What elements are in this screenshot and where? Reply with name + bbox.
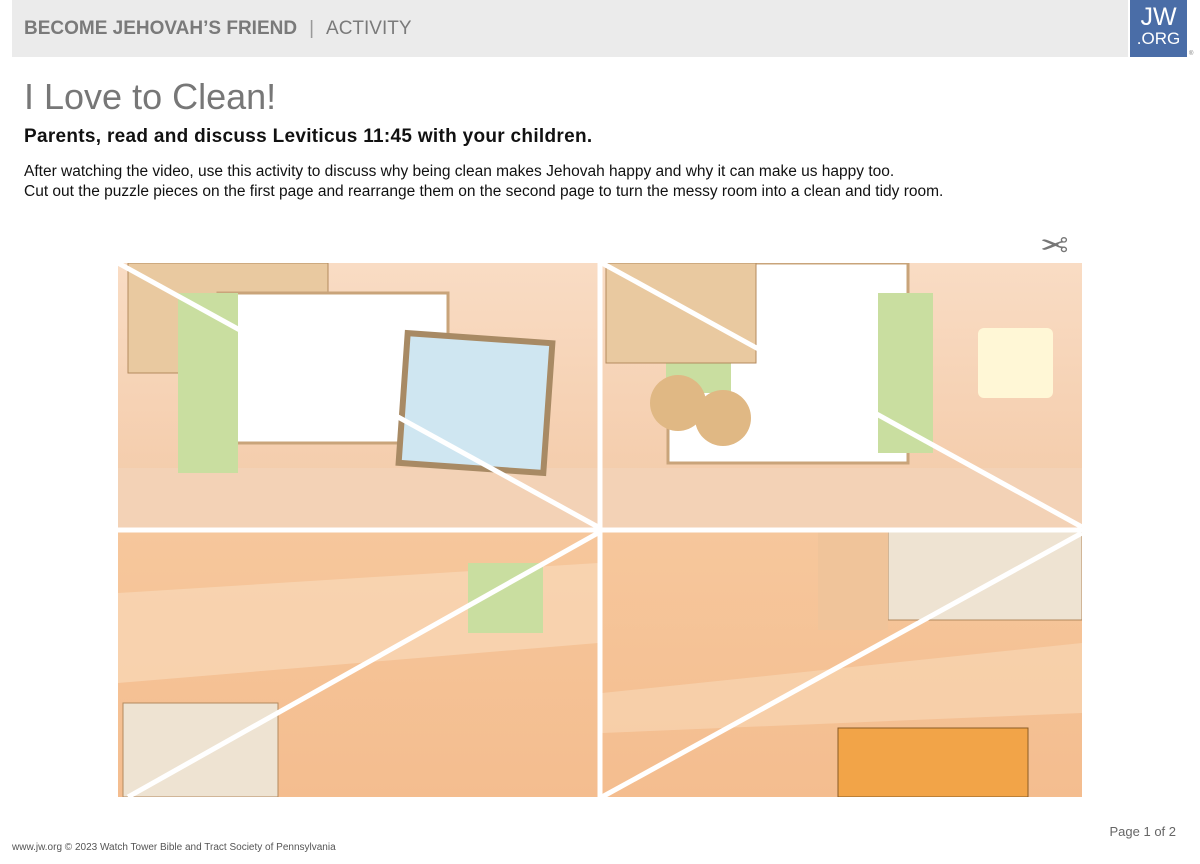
- header-bar: BECOME JEHOVAH’S FRIEND | ACTIVITY: [12, 0, 1128, 57]
- page-title: I Love to Clean!: [24, 76, 277, 117]
- section-label: ACTIVITY: [326, 17, 412, 39]
- intro-line: Cut out the puzzle pieces on the first p…: [24, 183, 944, 200]
- registered-mark: ®: [1189, 51, 1194, 57]
- curtain: [178, 293, 238, 473]
- series-title: BECOME JEHOVAH’S FRIEND: [24, 17, 298, 39]
- bookshelf: [887, 529, 1082, 621]
- page-number: Page 1 of 2: [1109, 824, 1177, 839]
- subtitle: Parents, read and discuss Leviticus 11:4…: [24, 126, 593, 147]
- intro-text: After watching the video, use this activ…: [24, 162, 943, 202]
- teddy-bear: [695, 390, 751, 446]
- intro-line: After watching the video, use this activ…: [24, 163, 895, 180]
- wall-corner: [818, 530, 888, 630]
- logo-line2: .ORG: [1136, 29, 1181, 48]
- copyright: www.jw.org © 2023 Watch Tower Bible and …: [12, 842, 336, 853]
- puzzle-illustration: [118, 263, 1082, 797]
- picture-frame: [395, 329, 556, 477]
- lamp: [978, 328, 1053, 398]
- scissors-icon: ✂: [1040, 227, 1069, 265]
- jw-org-logo[interactable]: JW .ORG: [1130, 0, 1187, 57]
- logo-line1: JW: [1140, 3, 1177, 31]
- table: [837, 727, 1029, 797]
- cabinet: [122, 702, 279, 797]
- header-separator: |: [309, 17, 315, 39]
